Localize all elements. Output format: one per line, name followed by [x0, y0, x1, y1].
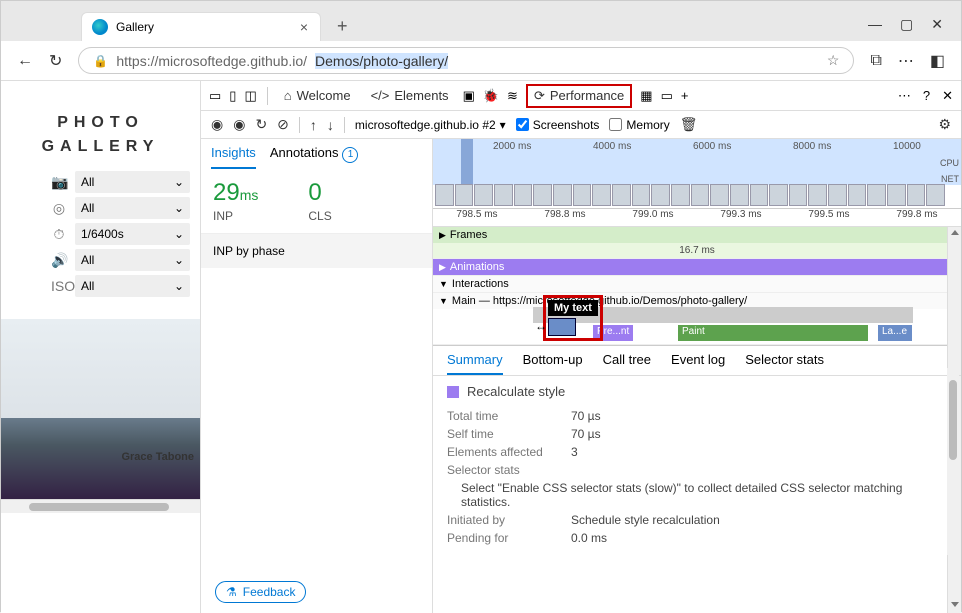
overview-selection[interactable] [461, 139, 473, 185]
filter-row[interactable]: 📷 All⌄ [1, 169, 200, 195]
details-panel: Summary Bottom-up Call tree Event log Select… [433, 345, 961, 555]
star-icon[interactable]: ☆ [827, 52, 840, 69]
filter-icon: ◎ [51, 200, 67, 217]
url-input[interactable]: 🔒 https://microsoftedge.github.io/Demos/… [78, 47, 854, 74]
window-title-bar: Gallery × + — ▢ ✕ [1, 1, 961, 41]
filter-icon: 📷 [51, 174, 67, 191]
close-button[interactable]: ✕ [931, 16, 943, 33]
context-select[interactable]: microsoftedge.github.io #2 ▾ [355, 118, 506, 132]
back-button[interactable]: ← [17, 52, 33, 70]
record-circle-icon[interactable]: ◉ [233, 116, 245, 133]
memory-icon[interactable]: ▦ [640, 88, 652, 104]
restore-button[interactable]: ▢ [900, 16, 913, 33]
filmstrip[interactable] [433, 182, 947, 208]
lock-icon: 🔒 [93, 54, 108, 68]
frames-track[interactable]: ▶Frames 16.7 ms [433, 227, 961, 259]
code-icon: </> [371, 88, 390, 103]
download-icon[interactable]: ↓ [327, 117, 334, 133]
details-tab[interactable]: Event log [671, 352, 725, 375]
tab-close-icon[interactable]: × [300, 19, 308, 35]
tab-welcome[interactable]: ⌂Welcome [278, 84, 357, 107]
device-icon[interactable]: ▯ [229, 88, 236, 104]
tab-elements[interactable]: </>Elements [365, 84, 455, 107]
inspect-icon[interactable]: ▭ [209, 88, 221, 104]
filter-icon: 🔊 [51, 252, 67, 269]
filter-select[interactable]: All⌄ [75, 171, 190, 193]
page-title: PHOTO GALLERY [1, 81, 200, 169]
flask-icon: ⚗ [226, 585, 237, 599]
insights-panel: Insights Annotations1 29ms INP 0 CLS INP… [201, 139, 433, 613]
edge-icon [92, 19, 108, 35]
new-tab-button[interactable]: + [329, 12, 356, 41]
wifi-icon[interactable]: ≋ [507, 88, 518, 104]
filter-select[interactable]: All⌄ [75, 249, 190, 271]
clear-icon[interactable]: ⊘ [277, 116, 289, 133]
filter-icon: ISO [51, 278, 67, 294]
annotation-tooltip[interactable]: My text [543, 295, 603, 341]
add-tab-icon[interactable]: + [681, 88, 689, 103]
filter-icon: ⏱ [51, 226, 67, 243]
window-controls: — ▢ ✕ [868, 16, 961, 41]
main-track[interactable]: ▼Main — https://microsoftedge.github.io/… [433, 293, 961, 345]
timeline-ruler: 798.5 ms798.8 ms799.0 ms799.3 ms799.5 ms… [433, 209, 961, 227]
animations-track[interactable]: ▶Animations [433, 259, 961, 276]
screenshots-checkbox[interactable]: Screenshots [516, 118, 600, 132]
filter-row[interactable]: 🔊 All⌄ [1, 247, 200, 273]
toolbar-icons: ⧉ ⋯ ◧ [870, 51, 945, 71]
address-bar: ← ↻ 🔒 https://microsoftedge.github.io/De… [1, 41, 961, 81]
details-title: Recalculate style [447, 384, 947, 399]
devtools-tab-strip: ▭ ▯ ◫ ⌂Welcome </>Elements ▣ 🐞 ≋ ⟳Perfor… [201, 81, 961, 111]
devtools-close-icon[interactable]: ✕ [942, 88, 953, 104]
memory-checkbox[interactable]: Memory [609, 118, 669, 132]
horizontal-scrollbar[interactable] [1, 499, 200, 513]
help-icon[interactable]: ? [923, 88, 930, 103]
filter-row[interactable]: ISO All⌄ [1, 273, 200, 299]
home-icon: ⌂ [284, 88, 292, 103]
record-icon[interactable]: ◉ [211, 116, 223, 133]
tab-performance[interactable]: ⟳Performance [526, 84, 632, 108]
url-text-path: Demos/photo-gallery/ [315, 53, 448, 69]
devtools-panel: ▭ ▯ ◫ ⌂Welcome </>Elements ▣ 🐞 ≋ ⟳Perfor… [201, 81, 961, 613]
filter-select[interactable]: 1/6400s⌄ [75, 223, 190, 245]
inp-by-phase[interactable]: INP by phase [201, 233, 432, 268]
panel-icon[interactable]: ▭ [661, 88, 673, 104]
trash-icon[interactable]: 🗑 [680, 116, 698, 133]
performance-icon: ⟳ [534, 88, 545, 104]
dock-icon[interactable]: ◫ [244, 88, 256, 104]
timeline-panel: 2000 ms 4000 ms 6000 ms 8000 ms 10000 CP… [433, 139, 961, 613]
devtools-more-icon[interactable]: ⋯ [898, 88, 911, 104]
metric-cls: 0 CLS [308, 179, 331, 223]
feedback-button[interactable]: ⚗Feedback [215, 581, 306, 603]
photo-thumbnail[interactable] [1, 319, 200, 499]
details-tab[interactable]: Call tree [603, 352, 651, 375]
bug-icon[interactable]: 🐞 [483, 88, 499, 104]
reload-record-icon[interactable]: ↻ [255, 116, 267, 133]
filter-row[interactable]: ⏱ 1/6400s⌄ [1, 221, 200, 247]
photo-credit: Grace Tabone [121, 451, 194, 463]
metric-inp: 29ms INP [213, 179, 258, 223]
url-text-prefix: https://microsoftedge.github.io/ [116, 53, 307, 69]
details-tab[interactable]: Selector stats [745, 352, 824, 375]
more-icon[interactable]: ⋯ [898, 51, 914, 71]
settings-icon[interactable]: ⚙ [938, 116, 951, 133]
tab-insights[interactable]: Insights [211, 145, 256, 169]
page-content: PHOTO GALLERY 📷All⌄◎All⌄⏱1/6400s⌄🔊All⌄IS… [1, 81, 201, 613]
filter-row[interactable]: ◎ All⌄ [1, 195, 200, 221]
upload-icon[interactable]: ↑ [310, 117, 317, 133]
timeline-overview[interactable]: 2000 ms 4000 ms 6000 ms 8000 ms 10000 CP… [433, 139, 961, 209]
details-tab[interactable]: Bottom-up [523, 352, 583, 375]
interactions-track[interactable]: ▼Interactions [433, 276, 961, 293]
minimize-button[interactable]: — [868, 16, 882, 33]
details-tab[interactable]: Summary [447, 352, 503, 375]
tab-title: Gallery [116, 20, 154, 34]
reload-button[interactable]: ↻ [49, 51, 62, 71]
filter-select[interactable]: All⌄ [75, 197, 190, 219]
performance-toolbar: ◉ ◉ ↻ ⊘ ↑ ↓ microsoftedge.github.io #2 ▾… [201, 111, 961, 139]
browser-tab[interactable]: Gallery × [81, 12, 321, 41]
tab-annotations[interactable]: Annotations1 [270, 145, 359, 169]
extensions-icon[interactable]: ⧉ [870, 52, 881, 70]
app-icon[interactable]: ▣ [463, 88, 475, 104]
split-icon[interactable]: ◧ [930, 51, 945, 71]
filter-select[interactable]: All⌄ [75, 275, 190, 297]
